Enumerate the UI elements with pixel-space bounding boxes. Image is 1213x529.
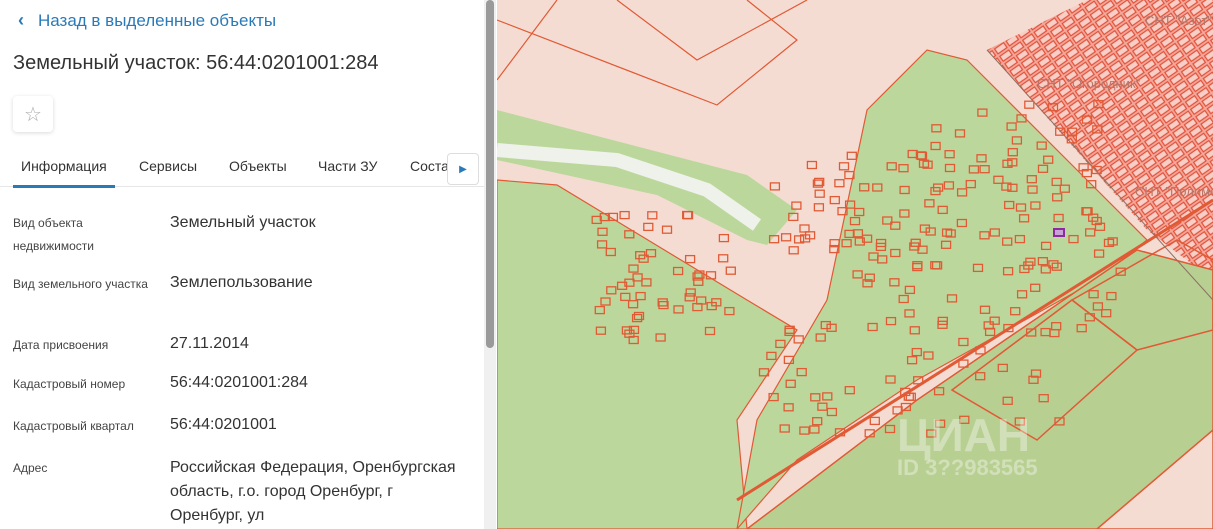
map-label: СНТ "Полимер" — [1135, 184, 1213, 199]
parcel-boundary — [497, 0, 798, 106]
garden-plot — [769, 182, 781, 191]
cadastral-map[interactable]: СНТ "Азот" СНТ "Огородник" СНТ "Полимер"… — [497, 0, 1213, 529]
tab-composition[interactable]: Соста — [410, 158, 449, 174]
garden-plot — [905, 392, 916, 401]
garden-plot — [718, 233, 730, 243]
garden-plot — [647, 211, 658, 220]
tab-services[interactable]: Сервисы — [139, 158, 197, 174]
field-value: 56:44:0201001:284 — [170, 374, 308, 391]
garden-plot — [788, 246, 799, 255]
garden-plot — [684, 254, 696, 264]
field-label: Вид объекта недвижимости — [13, 216, 94, 253]
field-value: 56:44:0201001 — [170, 416, 277, 433]
field-value: Российская Федерация, Оренбургская облас… — [170, 459, 456, 524]
garden-plot — [619, 210, 630, 220]
tabs-scroll-right-button[interactable]: ▶ — [447, 153, 479, 185]
map-label: СНТ "Азот" — [1145, 13, 1212, 28]
garden-plot — [834, 179, 845, 188]
back-link[interactable]: ‹ Назад в выделенные объекты — [18, 10, 276, 31]
field-label: Вид земельного участка — [13, 277, 148, 291]
tab-bar: Информация Сервисы Объекты Части ЗУ Сост… — [0, 148, 484, 188]
field-value: Землепользование — [170, 274, 313, 291]
cian-watermark-id: ID 3??983565 — [897, 455, 1038, 480]
tab-parts[interactable]: Части ЗУ — [318, 158, 377, 174]
star-icon: ☆ — [24, 103, 42, 126]
garden-plot — [718, 254, 729, 263]
field-label: Кадастровый номер — [13, 377, 126, 391]
parcel-boundary — [616, 0, 808, 61]
field-value: 27.11.2014 — [170, 335, 249, 352]
garden-plot — [869, 416, 880, 426]
garden-plot — [806, 160, 818, 170]
field-label: Адрес — [13, 461, 48, 475]
garden-plot — [725, 266, 736, 275]
map-label: СНТ "Огородник" — [1037, 76, 1141, 91]
garden-plot — [1024, 100, 1035, 109]
chevron-left-icon: ‹ — [18, 10, 24, 30]
field-label: Дата присвоения — [13, 338, 109, 352]
page-title: Земельный участок: 56:44:0201001:284 — [13, 52, 379, 74]
info-panel: ‹ Назад в выделенные объекты Земельный у… — [0, 0, 484, 529]
cian-watermark: ЦИАН — [897, 409, 1031, 461]
map-canvas[interactable]: СНТ "Азот" СНТ "Огородник" СНТ "Полимер" — [497, 0, 1213, 529]
field-label: Кадастровый квартал — [13, 419, 134, 433]
garden-plot — [799, 224, 810, 233]
panel-scrollbar[interactable] — [484, 0, 496, 529]
garden-plot — [829, 195, 840, 205]
garden-plot — [661, 225, 673, 234]
garden-plot — [793, 335, 804, 344]
selected-parcel[interactable] — [1053, 228, 1065, 237]
garden-plot — [846, 151, 857, 160]
garden-plot — [780, 233, 792, 242]
favorite-button[interactable]: ☆ — [13, 96, 53, 132]
scrollbar-thumb[interactable] — [486, 0, 494, 348]
garden-plot — [643, 222, 654, 232]
garden-plot — [814, 189, 825, 198]
caret-right-icon: ▶ — [459, 163, 467, 175]
tab-objects[interactable]: Объекты — [229, 158, 287, 174]
garden-plot — [838, 162, 850, 171]
field-value: Земельный участок — [170, 214, 316, 231]
garden-plot — [813, 203, 825, 212]
back-label: Назад в выделенные объекты — [38, 10, 277, 30]
tab-information[interactable]: Информация — [13, 158, 115, 188]
